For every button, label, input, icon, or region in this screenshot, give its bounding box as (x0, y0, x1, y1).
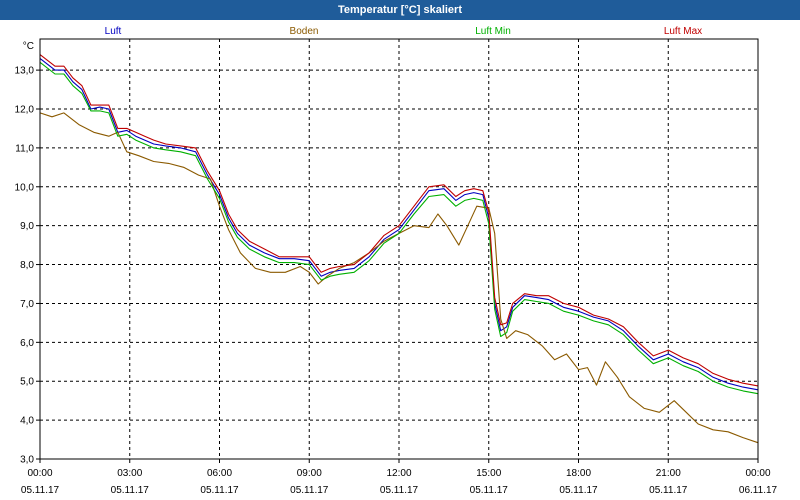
y-tick-label: 10,0 (15, 182, 35, 193)
x-tick-date-label: 05.11.17 (111, 485, 150, 496)
x-tick-date-label: 06.11.17 (739, 485, 778, 496)
x-tick-time-label: 00:00 (27, 468, 52, 479)
legend-entry: Boden (290, 26, 319, 37)
x-tick-date-label: 05.11.17 (559, 485, 598, 496)
x-tick-time-label: 03:00 (117, 468, 142, 479)
x-tick-time-label: 09:00 (297, 468, 322, 479)
x-tick-time-label: 21:00 (656, 468, 681, 479)
x-tick-date-label: 05.11.17 (21, 485, 60, 496)
legend-entry: Luft Max (664, 26, 702, 37)
y-tick-label: 11,0 (15, 143, 34, 154)
y-tick-label: 12,0 (15, 105, 35, 116)
y-unit-label: °C (23, 41, 34, 52)
x-tick-date-label: 05.11.17 (470, 485, 509, 496)
legend-entry: Luft (105, 26, 122, 37)
legend-entry: Luft Min (475, 26, 511, 37)
x-tick-date-label: 05.11.17 (200, 485, 239, 496)
y-tick-label: 4,0 (20, 416, 34, 427)
y-tick-label: 5,0 (20, 377, 34, 388)
y-tick-label: 9,0 (20, 221, 34, 232)
x-tick-date-label: 05.11.17 (380, 485, 419, 496)
y-tick-label: 8,0 (20, 260, 34, 271)
y-tick-label: 13,0 (15, 66, 35, 77)
x-tick-time-label: 18:00 (566, 468, 591, 479)
x-tick-date-label: 05.11.17 (290, 485, 329, 496)
x-tick-time-label: 12:00 (386, 468, 411, 479)
x-tick-date-label: 05.11.17 (649, 485, 688, 496)
temperature-chart: 3,0 4,0 5,0 6,0 7,0 8,0 9,0 10,0 11,0 12,0 13,0 00:… (15, 26, 778, 496)
y-tick-label: 7,0 (20, 299, 34, 310)
y-tick-label: 3,0 (20, 455, 34, 466)
x-tick-time-label: 15:00 (476, 468, 501, 479)
x-tick-time-label: 06:00 (207, 468, 232, 479)
x-tick-time-label: 00:00 (745, 468, 770, 479)
y-tick-label: 6,0 (20, 338, 34, 349)
